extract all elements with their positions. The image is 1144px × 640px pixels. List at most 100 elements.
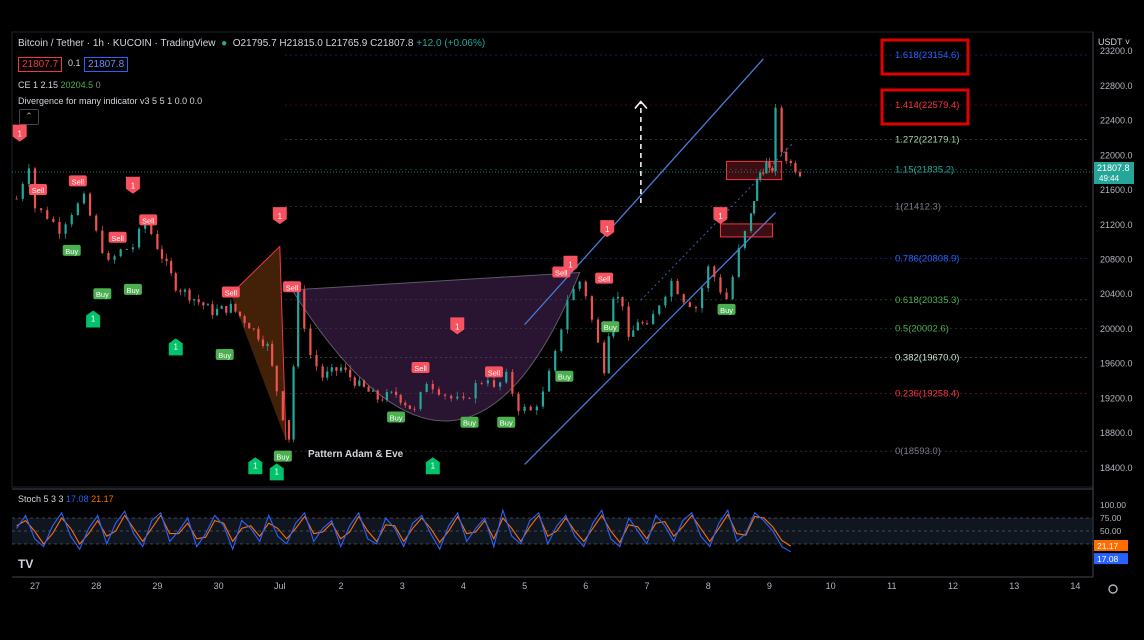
price-axis-tick: 20400.0	[1100, 289, 1133, 299]
signal-text: Buy	[558, 373, 571, 382]
signal-text: Buy	[500, 419, 513, 428]
time-axis-tick: 7	[644, 581, 649, 591]
candle-body	[404, 402, 407, 406]
candle-body	[381, 399, 384, 401]
price-chart-svg[interactable]: 23200.022800.022400.022000.021600.021200…	[0, 0, 1144, 640]
candle-body	[385, 392, 388, 401]
candle-body	[492, 380, 496, 387]
candle-body	[234, 303, 237, 312]
pattern-label: Pattern Adam & Eve	[308, 449, 404, 460]
price-axis-tick: 20800.0	[1100, 255, 1133, 265]
candle-body	[560, 329, 563, 351]
signal-text: Buy	[65, 247, 78, 256]
price-axis-tick: 20000.0	[1100, 324, 1133, 334]
candle-body	[287, 420, 291, 440]
candle-body	[303, 290, 306, 329]
candle-body	[566, 300, 569, 330]
candle-body	[688, 302, 691, 307]
candle-body	[179, 290, 182, 292]
arrow-marker-digit: 1	[17, 130, 22, 139]
time-axis-tick: 28	[91, 581, 101, 591]
signal-text: Sell	[488, 368, 501, 377]
candle-body	[771, 167, 774, 172]
candle-body	[756, 179, 759, 201]
candle-body	[202, 302, 205, 306]
candle-body	[315, 355, 318, 367]
fib-level-label: 1.272(22179.1)	[895, 135, 959, 146]
candle-body	[46, 210, 49, 219]
candle-body	[413, 408, 416, 410]
candle-body	[749, 213, 753, 232]
fib-level-label: 0.382(19670.0)	[895, 353, 959, 364]
candle-body	[137, 228, 141, 248]
candle-body	[220, 305, 223, 309]
candle-body	[658, 305, 661, 315]
candle-body	[753, 200, 756, 214]
candle-body	[376, 390, 379, 400]
chart-window[interactable]: Bitcoin / Tether · 1h · KUCOIN · Trading…	[0, 0, 1144, 640]
arrow-marker-digit: 1	[253, 461, 258, 470]
arrow-marker-digit: 1	[718, 212, 723, 221]
fib-level-label: 1(21412.3)	[895, 201, 941, 212]
candle-body	[437, 389, 441, 395]
adam-pattern-fill	[230, 246, 286, 441]
candle-body	[700, 288, 704, 309]
candle-body	[627, 306, 630, 337]
candle-body	[486, 380, 489, 384]
candle-body	[578, 281, 581, 289]
candle-body	[58, 221, 61, 234]
signal-text: Buy	[218, 351, 231, 360]
price-axis-tick: 21600.0	[1100, 185, 1133, 195]
candle-body	[70, 214, 73, 225]
candle-body	[206, 304, 209, 306]
candle-body	[215, 308, 219, 316]
candle-body	[713, 266, 716, 278]
price-axis-tick: 18800.0	[1100, 428, 1133, 438]
candle-body	[297, 290, 300, 367]
candle-body	[257, 328, 260, 340]
candle-body	[243, 316, 246, 324]
candle-body	[664, 296, 667, 306]
candle-body	[160, 249, 164, 259]
time-axis-tick: 29	[152, 581, 162, 591]
stoch-d-badge-value: 21.17	[1097, 541, 1119, 551]
candle-body	[252, 328, 255, 330]
candle-body	[780, 107, 783, 152]
candle-body	[676, 280, 679, 295]
candle-body	[523, 406, 526, 412]
arrow-marker-digit: 1	[91, 315, 96, 324]
fib-level-label: 0.236(19258.4)	[895, 388, 959, 399]
candle-body	[165, 258, 168, 262]
price-axis-tick: 22000.0	[1100, 150, 1133, 160]
candle-body	[321, 366, 324, 378]
fib-level-label: 1.618(23154.6)	[895, 50, 959, 61]
fib-level-label: 1.15(21835.2)	[895, 165, 954, 176]
candle-body	[211, 304, 214, 316]
candle-body	[27, 168, 30, 185]
candle-body	[82, 193, 86, 204]
price-axis-tick: 18400.0	[1100, 463, 1133, 473]
signal-text: Sell	[142, 216, 155, 225]
candle-body	[119, 249, 122, 257]
candle-body	[762, 172, 765, 174]
candle-body	[737, 247, 740, 277]
candle-body	[40, 208, 43, 211]
candle-body	[193, 299, 196, 301]
time-axis-tick: 2	[338, 581, 343, 591]
tradingview-logo[interactable]: TV	[18, 557, 33, 571]
candle-body	[174, 273, 177, 291]
candle-body	[408, 405, 411, 409]
settings-gear-icon[interactable]	[1108, 584, 1118, 594]
candle-body	[743, 231, 747, 248]
candle-body	[785, 151, 788, 161]
time-axis-tick: 8	[706, 581, 711, 591]
stoch-axis-tick: 50.00	[1100, 526, 1122, 536]
candle-body	[88, 193, 92, 216]
tradingview-logo-text: TV	[18, 557, 33, 571]
candle-body	[789, 160, 792, 164]
signal-text: Sell	[32, 186, 45, 195]
stoch-pane: 100.0075.0050.0025.000.0021.1717.08Stoch…	[12, 494, 1128, 565]
candle-body	[529, 406, 532, 411]
candle-body	[367, 386, 370, 392]
candle-body	[774, 107, 777, 172]
